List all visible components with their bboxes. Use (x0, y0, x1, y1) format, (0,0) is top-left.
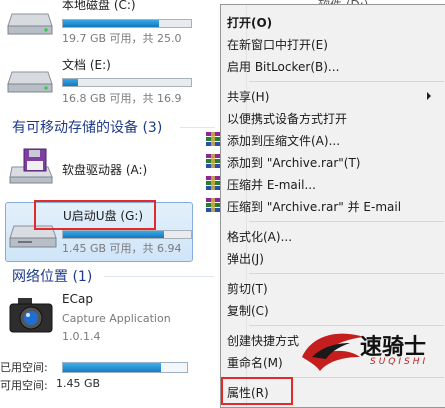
winrar-icon (206, 154, 220, 168)
menu-separator (249, 221, 444, 222)
menu-item-label: 共享(H) (227, 90, 270, 104)
free-space-label: 可用空间: (0, 379, 48, 392)
menu-item-label: 添加到压缩文件(A)... (227, 134, 341, 148)
menu-item-label: 弹出(J) (227, 252, 264, 266)
menu-item-label: 启用 BitLocker(B)... (227, 60, 340, 74)
menu-item-label: 复制(C) (227, 304, 269, 318)
menu-item-share[interactable]: 共享(H) (227, 88, 437, 105)
menu-item-copy[interactable]: 复制(C) (227, 302, 269, 319)
menu-item-label: 打开(O) (227, 16, 273, 30)
usb-drive-usage-bar (62, 230, 192, 239)
menu-item-add-to-archive-rar[interactable]: 添加到 "Archive.rar"(T) (206, 154, 361, 171)
camera-icon (9, 298, 53, 333)
drive-e-title: 文档 (E:) (62, 58, 111, 72)
section-network-header[interactable]: 网络位置 (1) (12, 266, 92, 286)
menu-item-compress-email[interactable]: 压缩并 E-mail... (206, 176, 316, 193)
drive-c-usage-bar (62, 19, 192, 28)
drive-e-usage-bar (62, 78, 192, 87)
submenu-arrow-icon (427, 92, 431, 100)
menu-item-label: 以便携式设备方式打开 (227, 112, 348, 126)
ecap-subtitle: Capture Application (62, 312, 171, 325)
menu-item-label: 重命名(M) (227, 356, 283, 370)
watermark-sub: SUQISHI (370, 357, 429, 367)
drive-e-info: 16.8 GB 可用，共 16.9 (62, 92, 182, 105)
menu-item-cut[interactable]: 剪切(T) (227, 280, 268, 297)
used-space-label: 已用空间: (0, 361, 48, 374)
hard-drive-icon (7, 71, 53, 93)
menu-item-rename[interactable]: 重命名(M) (227, 354, 283, 371)
menu-item-portable-device[interactable]: 以便携式设备方式打开 (227, 110, 347, 127)
menu-item-open[interactable]: 打开(O) (227, 14, 272, 31)
winrar-icon (206, 198, 220, 212)
menu-item-label: 创建快捷方式 (227, 334, 300, 348)
menu-item-compress-to-rar-email[interactable]: 压缩到 "Archive.rar" 并 E-mail (206, 198, 402, 215)
menu-item-label: 格式化(A)... (227, 230, 293, 244)
menu-item-label: 在新窗口中打开(E) (227, 38, 328, 52)
menu-item-label: 添加到 "Archive.rar"(T) (227, 156, 361, 170)
highlight-box-properties (221, 377, 293, 405)
highlight-box-usb-title (34, 200, 156, 230)
menu-item-create-shortcut[interactable]: 创建快捷方式 (227, 332, 299, 349)
menu-item-label: 压缩到 "Archive.rar" 并 E-mail (227, 200, 402, 214)
winrar-icon (206, 176, 220, 190)
menu-item-add-to-archive[interactable]: 添加到压缩文件(A)... (206, 132, 341, 149)
menu-item-format[interactable]: 格式化(A)... (227, 228, 292, 245)
used-space-bar (62, 362, 188, 373)
section-divider (180, 127, 215, 128)
knight-logo-icon (302, 333, 364, 371)
free-space-value: 1.45 GB (56, 377, 101, 390)
floppy-drive-title: 软盘驱动器 (A:) (62, 163, 148, 177)
winrar-icon (206, 132, 220, 146)
section-removable-header[interactable]: 有可移动存储的设备 (3) (12, 117, 162, 137)
ecap-version: 1.0.1.4 (62, 330, 101, 343)
ecap-title: ECap (62, 292, 93, 306)
drive-c-title: 本地磁盘 (C:) (62, 0, 136, 12)
menu-item-open-new-window[interactable]: 在新窗口中打开(E) (227, 36, 328, 53)
hard-drive-icon (7, 13, 53, 35)
watermark-logo: 速骑士 SUQISHI (298, 327, 438, 375)
menu-item-label: 剪切(T) (227, 282, 268, 296)
drive-c-info: 19.7 GB 可用，共 25.0 (62, 32, 182, 45)
section-divider (104, 276, 214, 277)
menu-item-label: 压缩并 E-mail... (227, 178, 316, 192)
menu-separator (249, 325, 444, 326)
details-pane: 已用空间: 可用空间: 1.45 GB (0, 353, 200, 406)
menu-item-eject[interactable]: 弹出(J) (227, 250, 264, 267)
floppy-drive-icon (9, 148, 53, 184)
usb-drive-info: 1.45 GB 可用，共 6.94 (62, 242, 182, 255)
menu-separator (249, 81, 444, 82)
menu-item-bitlocker[interactable]: 启用 BitLocker(B)... (227, 58, 339, 75)
menu-separator (249, 273, 444, 274)
